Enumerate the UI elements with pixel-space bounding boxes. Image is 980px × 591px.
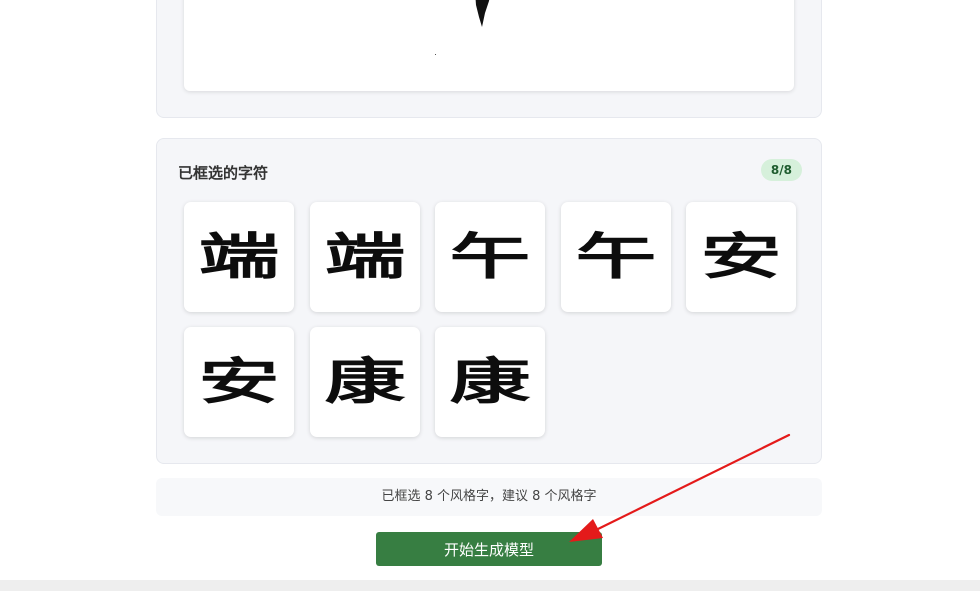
- character-glyph: 午: [575, 228, 656, 286]
- character-tile[interactable]: 午: [435, 202, 545, 312]
- selection-summary: 已框选 8 个风格字，建议 8 个风格字: [156, 478, 822, 516]
- character-tile[interactable]: 康: [435, 327, 545, 437]
- panel-title: 已框选的字符: [178, 164, 269, 182]
- character-glyph: 康: [449, 353, 531, 411]
- character-tile[interactable]: 午: [560, 202, 671, 312]
- character-glyph: 午: [449, 228, 531, 286]
- character-glyph: 端: [198, 228, 280, 286]
- character-tile[interactable]: 端: [184, 202, 294, 312]
- selection-count-badge: 8/8: [760, 159, 802, 181]
- ink-dot: [435, 54, 436, 55]
- character-glyph: 康: [324, 353, 405, 411]
- ink-stroke-fragment: [475, 0, 490, 27]
- page-footer-strip: [0, 580, 980, 591]
- upload-panel: [156, 0, 822, 118]
- character-glyph: 安: [700, 228, 782, 286]
- character-tile[interactable]: 安: [184, 327, 294, 437]
- character-tile[interactable]: 康: [309, 327, 420, 437]
- character-glyph: 安: [198, 353, 280, 411]
- character-glyph: 端: [324, 228, 405, 286]
- character-tile[interactable]: 安: [686, 202, 796, 312]
- character-tile[interactable]: 端: [309, 202, 420, 312]
- character-grid: 端 端 午 午 安 安 康 康: [184, 202, 796, 437]
- selected-characters-panel: 已框选的字符 8/8 端 端 午 午 安 安 康 康: [156, 138, 822, 464]
- calligraphy-image-preview[interactable]: [184, 0, 794, 91]
- start-generate-model-button[interactable]: 开始生成模型: [376, 532, 602, 566]
